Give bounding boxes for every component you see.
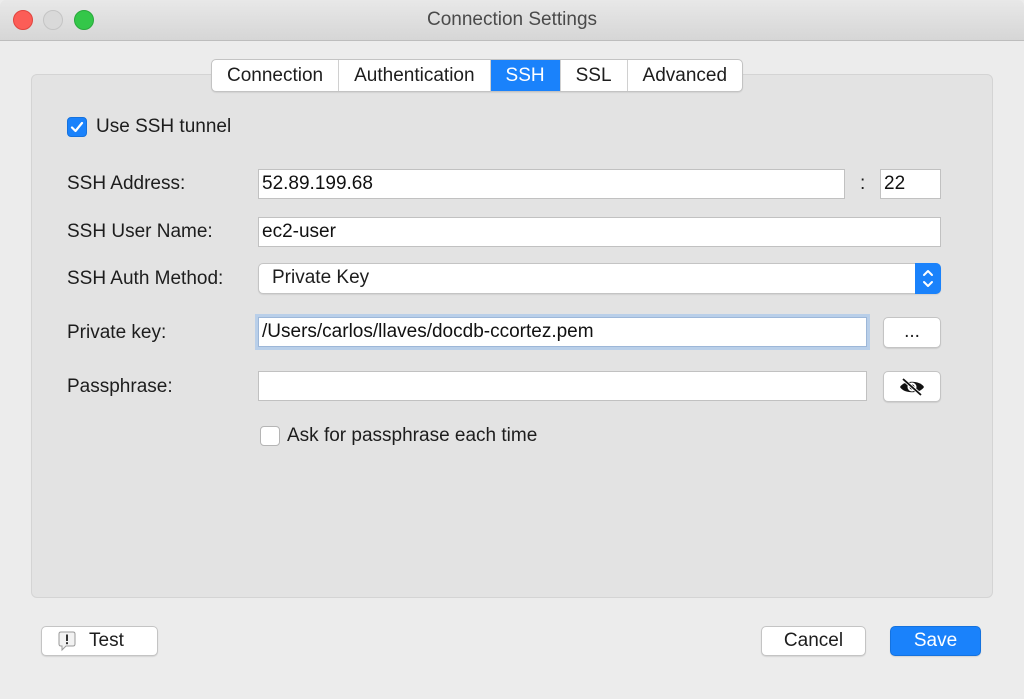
ssh-user-name-input[interactable]: ec2-user: [258, 217, 941, 247]
ask-passphrase-label: Ask for passphrase each time: [287, 425, 538, 446]
tab-ssl[interactable]: SSL: [561, 60, 628, 91]
port-separator: :: [860, 173, 866, 194]
passphrase-label: Passphrase:: [67, 376, 173, 397]
window-title: Connection Settings: [426, 9, 598, 30]
connection-settings-window: Connection Settings Connection Authentic…: [0, 0, 1024, 699]
browse-key-button[interactable]: ...: [883, 317, 941, 348]
ssh-address-input[interactable]: 52.89.199.68: [258, 169, 845, 199]
private-key-input[interactable]: /Users/carlos/llaves/docdb-ccortez.pem: [258, 317, 867, 347]
tab-connection[interactable]: Connection: [212, 60, 340, 91]
ssh-user-name-label: SSH User Name:: [67, 221, 213, 242]
ssh-port-input[interactable]: 22: [880, 169, 941, 199]
cancel-button[interactable]: Cancel: [761, 626, 866, 656]
save-button[interactable]: Save: [890, 626, 981, 656]
test-button-label: Test: [89, 630, 124, 651]
ssh-auth-method-value: Private Key: [272, 267, 370, 288]
ssh-auth-method-label: SSH Auth Method:: [67, 268, 224, 289]
private-key-label: Private key:: [67, 322, 167, 343]
use-ssh-tunnel-label: Use SSH tunnel: [96, 116, 232, 137]
test-button[interactable]: Test: [41, 626, 158, 656]
warning-icon: [58, 631, 76, 652]
tab-advanced[interactable]: Advanced: [628, 60, 743, 91]
tab-authentication[interactable]: Authentication: [339, 60, 491, 91]
ssh-auth-method-select[interactable]: Private Key: [258, 263, 941, 294]
use-ssh-tunnel-checkbox[interactable]: [67, 117, 87, 137]
ask-passphrase-checkbox[interactable]: [260, 426, 280, 446]
title-bar: Connection Settings: [0, 0, 1024, 41]
tab-ssh[interactable]: SSH: [490, 60, 561, 91]
tab-bar: Connection Authentication SSH SSL Advanc…: [211, 59, 744, 92]
reveal-passphrase-button[interactable]: [883, 371, 941, 402]
checkmark-icon: [70, 121, 84, 133]
chevron-up-down-icon: [915, 263, 941, 294]
eye-slash-icon: [900, 377, 924, 397]
ssh-address-label: SSH Address:: [67, 173, 186, 194]
passphrase-input[interactable]: [258, 371, 867, 401]
